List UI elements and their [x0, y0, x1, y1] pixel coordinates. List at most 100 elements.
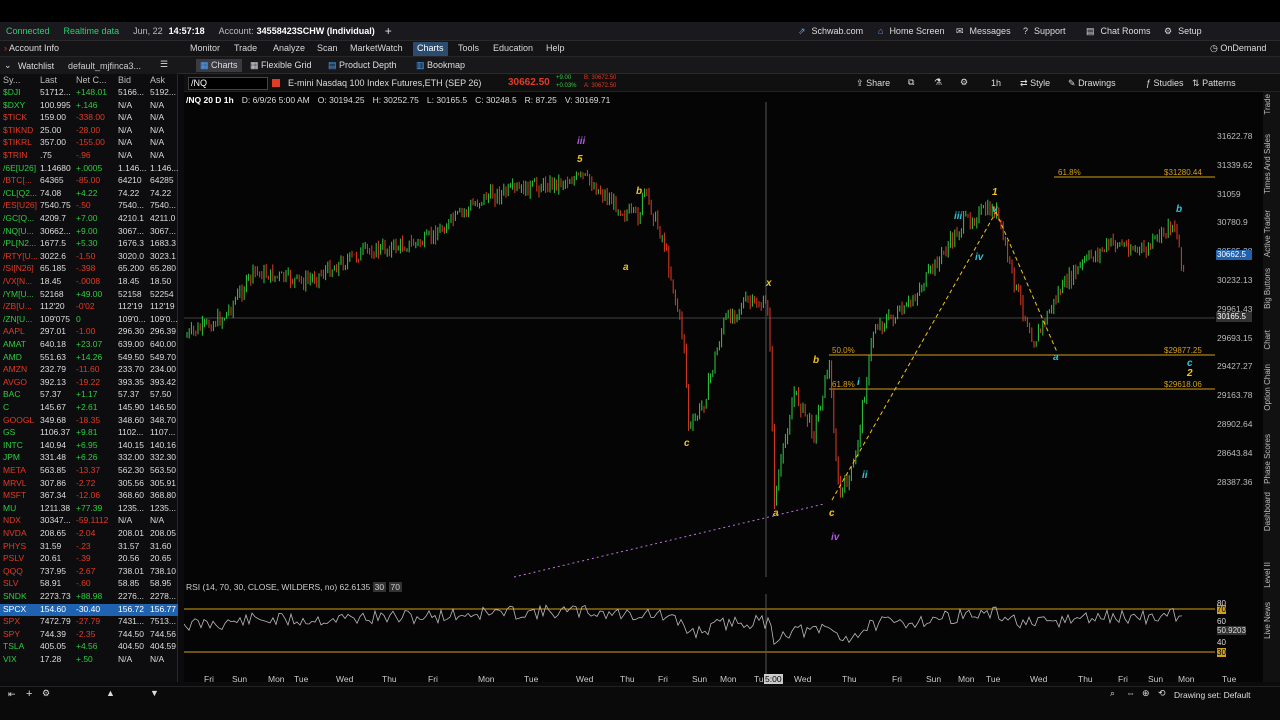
- list-item[interactable]: $TICK 159.00 -338.00 N/A N/A: [0, 112, 178, 125]
- list-item[interactable]: $DXY 100.995 +.146 N/A N/A: [0, 100, 178, 113]
- menu-marketwatch[interactable]: MarketWatch: [346, 42, 407, 56]
- chat-rooms-button[interactable]: ▤ Chat Rooms: [1080, 26, 1151, 37]
- layout-icon[interactable]: ⧉: [908, 77, 914, 88]
- menu-charts[interactable]: Charts: [413, 42, 448, 56]
- list-item[interactable]: AVGO 392.13 -19.22 393.35 393.42: [0, 377, 178, 390]
- list-item[interactable]: MSFT 367.34 -12.06 368.60 368.80: [0, 490, 178, 503]
- list-item[interactable]: SLV 58.91 -.60 58.85 58.95: [0, 578, 178, 591]
- watchlist-name-select[interactable]: default_mjfinca3...: [68, 61, 141, 71]
- list-item[interactable]: /ES[U26] 7540.75 -.50 7540... 7540...: [0, 200, 178, 213]
- pan-icon[interactable]: ⇔: [1126, 688, 1135, 698]
- column-header[interactable]: Net C...: [76, 75, 107, 85]
- list-item[interactable]: $TIKRL 357.00 -155.00 N/A N/A: [0, 137, 178, 150]
- crosshair-icon[interactable]: ⊕: [1142, 688, 1150, 699]
- menu-education[interactable]: Education: [489, 42, 537, 56]
- symbol-input[interactable]: /NQ: [188, 77, 268, 90]
- time-axis[interactable]: Fri Sun Mon Tue Wed Thu Fri Mon Tue Wed Thu Fri Sun M…: [184, 674, 1236, 686]
- column-header[interactable]: Ask: [150, 75, 165, 85]
- scroll-up-icon[interactable]: ▲: [106, 688, 115, 698]
- list-item[interactable]: /BTC[... 64365 -85.00 64210 64285: [0, 175, 178, 188]
- list-item[interactable]: /YM[U... 52168 +49.00 52158 52254: [0, 289, 178, 302]
- menu-trade[interactable]: Trade: [230, 42, 261, 56]
- list-item[interactable]: /GC[Q... 4209.7 +7.00 4210.1 4211.0: [0, 213, 178, 226]
- list-item[interactable]: /CL[Q2... 74.08 +4.22 74.22 74.22: [0, 188, 178, 201]
- account-number[interactable]: 34558423SCHW (Individual): [257, 26, 375, 36]
- list-item[interactable]: $TRIN .75 -.96 N/A N/A: [0, 150, 178, 163]
- list-item[interactable]: SNDK 2273.73 +88.98 2276... 2278...: [0, 591, 178, 604]
- list-item[interactable]: INTC 140.94 +6.95 140.15 140.16: [0, 440, 178, 453]
- zoom-icon[interactable]: ⌕: [1110, 688, 1115, 699]
- list-item[interactable]: /ZB[U... 112'20 -0'02 112'19 112'19: [0, 301, 178, 314]
- setup-button[interactable]: ⚙ Setup: [1158, 26, 1202, 37]
- add-account-button[interactable]: +: [385, 24, 392, 38]
- studies-menu[interactable]: ƒ Studies: [1146, 78, 1184, 88]
- list-item[interactable]: PHYS 31.59 -.23 31.57 31.60: [0, 541, 178, 554]
- list-item[interactable]: AMAT 640.18 +23.07 639.00 640.00: [0, 339, 178, 352]
- list-item[interactable]: JPM 331.48 +6.26 332.00 332.30: [0, 452, 178, 465]
- chevron-down-icon[interactable]: ⌄: [4, 60, 12, 71]
- column-header[interactable]: Last: [40, 75, 57, 85]
- tab-charts[interactable]: ▦ Charts: [196, 59, 242, 72]
- side-tab[interactable]: Chart: [1263, 330, 1280, 350]
- list-item[interactable]: /VX[N... 18.45 -.0008 18.45 18.50: [0, 276, 178, 289]
- list-item[interactable]: SPY 744.39 -2.35 744.50 744.56: [0, 629, 178, 642]
- expand-icon[interactable]: ⇤: [8, 689, 16, 700]
- home-screen-button[interactable]: ⌂ Home Screen: [872, 26, 944, 36]
- list-item[interactable]: MRVL 307.86 -2.72 305.56 305.91: [0, 478, 178, 491]
- tab-product-depth[interactable]: ▤ Product Depth: [324, 59, 401, 72]
- side-tab[interactable]: Phase Scores: [1263, 434, 1280, 484]
- column-header[interactable]: Sy...: [3, 75, 20, 85]
- menu-tools[interactable]: Tools: [454, 42, 483, 56]
- style-menu[interactable]: ⇄ Style: [1020, 78, 1050, 89]
- list-item[interactable]: AMD 551.63 +14.26 549.50 549.70: [0, 352, 178, 365]
- list-item[interactable]: /6E[U26] 1.14680 +.0005 1.146... 1.146...: [0, 163, 178, 176]
- reset-icon[interactable]: ⟲: [1158, 688, 1166, 699]
- list-item[interactable]: AMZN 232.79 -11.60 233.70 234.00: [0, 364, 178, 377]
- menu-help[interactable]: Help: [542, 42, 569, 56]
- menu-icon[interactable]: ☰: [160, 59, 168, 70]
- tab-flexible-grid[interactable]: ▦ Flexible Grid: [246, 59, 316, 72]
- column-header[interactable]: Bid: [118, 75, 131, 85]
- list-item[interactable]: NDX 30347... -59.1112 N/A N/A: [0, 515, 178, 528]
- share-button[interactable]: ⇪ Share: [856, 78, 890, 89]
- list-item[interactable]: $TIKND 25.00 -28.00 N/A N/A: [0, 125, 178, 138]
- list-item[interactable]: C 145.67 +2.61 145.90 146.50: [0, 402, 178, 415]
- list-item[interactable]: META 563.85 -13.37 562.30 563.50: [0, 465, 178, 478]
- list-item[interactable]: TSLA 405.05 +4.56 404.50 404.59: [0, 641, 178, 654]
- support-button[interactable]: ? Support: [1017, 26, 1066, 36]
- price-plot[interactable]: iii5bacxabciviiiiiiivv1abc261.8%50.0%61.…: [184, 102, 1215, 582]
- list-item[interactable]: GOOGL 349.68 -18.35 348.60 348.70: [0, 415, 178, 428]
- list-item[interactable]: GS 1106.37 +9.81 1102... 1107...: [0, 427, 178, 440]
- ondemand-button[interactable]: ◷ OnDemand: [1210, 43, 1266, 54]
- list-item[interactable]: PSLV 20.61 -.39 20.56 20.65: [0, 553, 178, 566]
- side-tab[interactable]: Live News: [1263, 602, 1280, 639]
- interval-selector[interactable]: 1h: [991, 78, 1001, 88]
- menu-analyze[interactable]: Analyze: [269, 42, 309, 56]
- chart-settings-icon[interactable]: ⚙: [960, 77, 968, 88]
- side-tab[interactable]: Dashboard: [1263, 492, 1280, 531]
- list-item[interactable]: MU 1211.38 +77.39 1235... 1235...: [0, 503, 178, 516]
- menu-monitor[interactable]: Monitor: [186, 42, 224, 56]
- side-tab[interactable]: Big Buttons: [1263, 268, 1280, 309]
- list-item[interactable]: SPX 7472.79 -27.79 7431... 7513...: [0, 616, 178, 629]
- side-tab[interactable]: Option Chain: [1263, 364, 1280, 411]
- list-item[interactable]: $DJI 51712... +148.01 5166... 5192...: [0, 87, 178, 100]
- list-item[interactable]: VIX 17.28 +.50 N/A N/A: [0, 654, 178, 667]
- side-tab[interactable]: Level II: [1263, 562, 1280, 588]
- drawing-set-label[interactable]: Drawing set: Default: [1174, 690, 1251, 700]
- account-info-toggle[interactable]: › Account Info: [4, 43, 59, 53]
- list-item[interactable]: SPCX 154.60 -30.40 156.72 156.77: [0, 603, 178, 617]
- list-item[interactable]: /SI[N26] 65.185 -.398 65.200 65.280: [0, 263, 178, 276]
- drawings-menu[interactable]: ✎ Drawings: [1068, 78, 1116, 89]
- list-item[interactable]: BAC 57.37 +1.17 57.37 57.50: [0, 389, 178, 402]
- settings-icon[interactable]: ⚙: [42, 688, 50, 699]
- side-tab[interactable]: Active Trader: [1263, 210, 1280, 257]
- messages-button[interactable]: ✉ Messages: [950, 26, 1011, 37]
- list-item[interactable]: /ZN[U... 109'075 0 109'0... 109'0...: [0, 314, 178, 327]
- add-icon[interactable]: +: [26, 688, 32, 700]
- rsi-plot[interactable]: [184, 594, 1215, 674]
- list-item[interactable]: AAPL 297.01 -1.00 296.30 296.39: [0, 326, 178, 339]
- list-item[interactable]: QQQ 737.95 -2.67 738.01 738.10: [0, 566, 178, 579]
- patterns-menu[interactable]: ⇅ Patterns: [1192, 78, 1236, 89]
- list-item[interactable]: /PL[N2... 1677.5 +5.30 1676.3 1683.3: [0, 238, 178, 251]
